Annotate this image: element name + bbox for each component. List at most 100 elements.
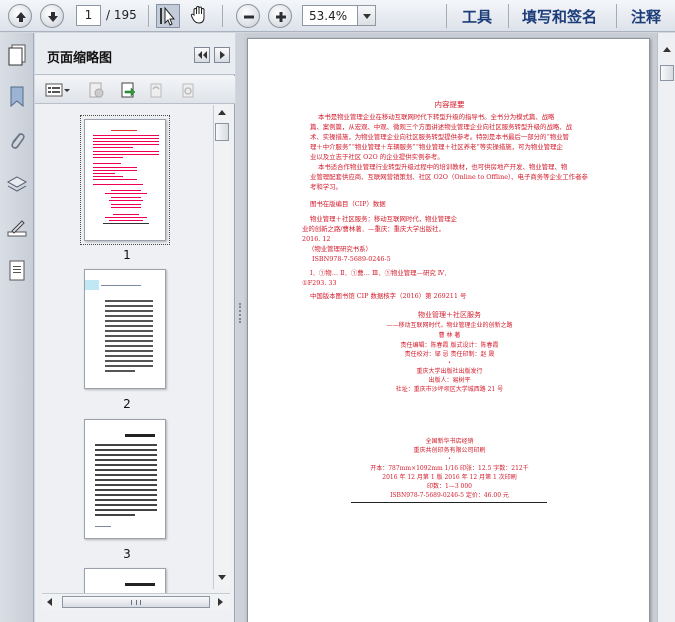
pdf-reader-window: 1 / 195 53.4% 工具 填写和签名 注释 页面缩略图 1 2 3 内容… [0, 0, 675, 622]
layers-icon [6, 176, 28, 192]
scroll-up-arrow-icon[interactable] [218, 110, 226, 115]
zoom-level-select[interactable]: 53.4% [302, 5, 376, 26]
summary-line: 业以及立志于社区 O2O 的企业提供实例参考。 [310, 153, 444, 161]
redo-page-button[interactable] [179, 81, 197, 99]
cip-line: ISBN978-7-5689-0246-5 [312, 255, 391, 263]
thumbnail-list: 1 2 3 [42, 105, 212, 605]
thumb-line [95, 464, 157, 466]
attachments-rail-button[interactable] [6, 129, 28, 153]
layers-rail-button[interactable] [6, 173, 28, 197]
comment-link[interactable]: 注释 [631, 6, 661, 27]
thumb-line [105, 315, 153, 317]
insert-pages-button[interactable] [119, 81, 137, 99]
book-publisher: 重庆大学出版社出版发行 [416, 368, 483, 375]
arrow-up-icon [16, 12, 26, 22]
toolbar-divider [508, 4, 509, 28]
toolbar-divider [616, 4, 617, 28]
arrow-down-icon [48, 12, 58, 22]
thumbnail-label: 3 [123, 547, 131, 561]
thumb-line [105, 345, 153, 347]
scroll-down-arrow-icon[interactable] [218, 575, 226, 580]
undo-page-button[interactable] [147, 81, 165, 99]
summary-title: 内容提要 [434, 100, 465, 109]
delete-page-icon [89, 82, 104, 98]
thumb-line [93, 176, 123, 177]
hand-tool-button[interactable] [188, 4, 212, 28]
scrollbar-thumb[interactable] [215, 123, 229, 141]
bookmarks-rail-button[interactable] [6, 85, 28, 109]
scrollbar-thumb[interactable] [62, 596, 210, 608]
signature-pen-icon [7, 220, 27, 237]
cip-number: 中国版本图书馆 CIP 数据核字（2016）第 269211 号 [310, 292, 467, 300]
thumb-line [105, 350, 153, 352]
cip-line: 物业管理＋社区服务：移动互联网时代，物业管理企 [310, 215, 457, 223]
thumb-line [105, 365, 153, 367]
select-tool-button[interactable] [156, 4, 180, 28]
page-number-input[interactable]: 1 [76, 5, 101, 26]
bottom-rule [351, 502, 547, 503]
thumb-line [95, 504, 157, 506]
toolbar-separator [148, 5, 149, 27]
book-address: 社址：重庆市沙坪坝区大学城西路 21 号 [395, 386, 504, 393]
book-editors: 责任编辑：陈春霞 版式设计：陈春霞 [400, 342, 499, 349]
options-menu-button[interactable] [45, 81, 71, 99]
thumb-line [93, 144, 159, 145]
delete-pages-button[interactable] [87, 81, 105, 99]
expand-panel-button[interactable] [214, 47, 230, 63]
content-rail-button[interactable] [6, 259, 28, 283]
toolbar-separator [222, 5, 223, 27]
collapse-panel-button[interactable] [194, 47, 210, 63]
thumb-line [93, 151, 159, 152]
thumb-line [93, 147, 133, 148]
thumb-line [105, 320, 153, 322]
scrollbar-thumb[interactable] [660, 65, 674, 81]
book-isbn-price: ISBN978-7-5689-0246-5 定价：46.00 元 [390, 492, 509, 499]
thumb-line [105, 335, 153, 337]
pdf-page: 内容提要 本书是物业管理企业在移动互联网时代下转型升级的指导书。全书分为模式篇、… [247, 38, 650, 622]
thumb-line [111, 207, 141, 208]
thumbnail-vertical-scrollbar[interactable] [213, 105, 230, 589]
summary-line: 术、实操措施，为物业管理企业向社区服务转型提供参考。特别是本书最后一部分的“物业… [310, 133, 569, 141]
thumb-line [105, 193, 147, 194]
thumb-line [109, 200, 143, 201]
list-options-icon [45, 83, 70, 97]
zoom-in-button[interactable] [268, 4, 292, 28]
zoom-out-button[interactable] [236, 4, 260, 28]
document-lines-icon [9, 260, 25, 281]
page-thumbnails-rail-button[interactable] [6, 43, 28, 67]
thumb-line [105, 305, 153, 307]
scroll-left-arrow-icon[interactable] [47, 598, 52, 606]
tools-link[interactable]: 工具 [462, 6, 492, 27]
thumb-image-block [85, 280, 99, 290]
book-editors: 责任校对：邹 忌 责任印制：赵 晟 [404, 351, 495, 358]
grip-icon [239, 303, 241, 323]
book-distributor: 全国新华书店经销 [425, 438, 474, 445]
thumbnail-horizontal-scrollbar[interactable] [42, 593, 230, 610]
cip-line: （物业管理研究书系） [308, 245, 372, 253]
scroll-right-arrow-icon[interactable] [218, 598, 223, 606]
previous-page-button[interactable] [8, 4, 32, 28]
chevron-down-icon[interactable] [357, 6, 375, 25]
thumb-line [93, 157, 123, 158]
thumb-line [93, 163, 121, 164]
thumb-line [93, 135, 159, 136]
thumb-line [93, 179, 137, 180]
cip-line: ①F293. 33 [302, 279, 337, 287]
signatures-rail-button[interactable] [6, 217, 28, 241]
cip-line: 业的创新之路/曹林著．—重庆：重庆大学出版社， [302, 225, 445, 233]
thumbnail-page-1[interactable] [84, 119, 166, 241]
thumb-line [109, 220, 143, 221]
document-vertical-scrollbar[interactable] [657, 33, 675, 622]
fill-and-sign-link[interactable]: 填写和签名 [522, 6, 597, 27]
scroll-up-arrow-icon[interactable] [663, 47, 671, 52]
thumbnail-page-2[interactable] [84, 269, 166, 389]
thumb-line [95, 484, 157, 486]
thumb-line [95, 444, 157, 446]
chevron-right-icon [220, 51, 225, 59]
thumb-line [95, 449, 157, 451]
navigation-rail [0, 33, 34, 622]
thumbnail-page-3[interactable] [84, 419, 166, 539]
next-page-button[interactable] [40, 4, 64, 28]
toolbar-divider [446, 4, 447, 28]
panel-splitter[interactable] [236, 33, 244, 622]
